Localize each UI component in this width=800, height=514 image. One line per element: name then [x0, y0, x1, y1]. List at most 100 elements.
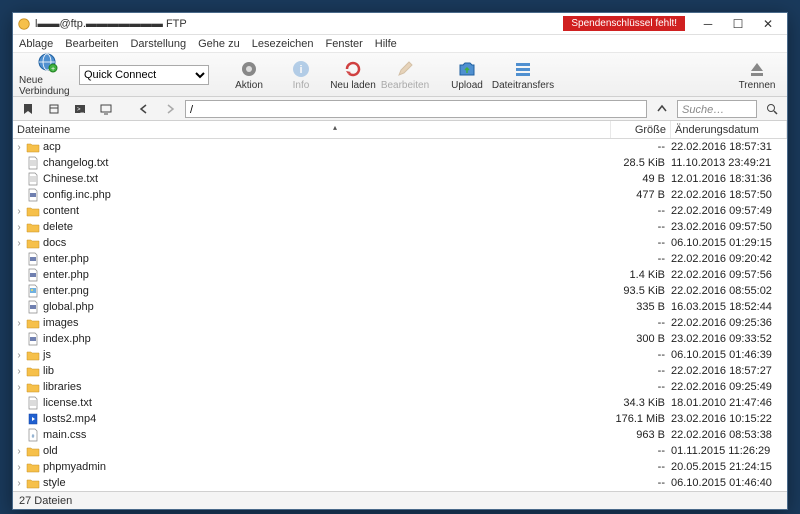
file-date: 22.02.2016 18:57:50: [671, 189, 787, 201]
search-icon: [766, 103, 778, 115]
file-name: libraries: [41, 381, 611, 393]
window-controls: ─ ☐ ✕: [693, 14, 783, 34]
col-modified[interactable]: Änderungsdatum: [671, 121, 787, 138]
file-date: 22.02.2016 08:53:38: [671, 429, 787, 441]
file-row[interactable]: index.php300 B23.02.2016 09:33:52: [13, 331, 787, 347]
file-row[interactable]: license.txt34.3 KiB18.01.2010 21:47:46: [13, 395, 787, 411]
upload-button[interactable]: Upload: [443, 59, 491, 91]
file-row[interactable]: ›style--06.10.2015 01:46:40: [13, 475, 787, 491]
file-row[interactable]: enter.php1.4 KiB22.02.2016 09:57:56: [13, 267, 787, 283]
file-size: 49 B: [611, 173, 671, 185]
file-date: 22.02.2016 09:57:56: [671, 269, 787, 281]
file-row[interactable]: enter.php--22.02.2016 09:20:42: [13, 251, 787, 267]
file-size: --: [611, 317, 671, 329]
file-size: 300 B: [611, 333, 671, 345]
menu-darstellung[interactable]: Darstellung: [130, 38, 186, 50]
file-row[interactable]: config.inc.php477 B22.02.2016 18:57:50: [13, 187, 787, 203]
menu-fenster[interactable]: Fenster: [326, 38, 363, 50]
file-date: 22.02.2016 09:25:49: [671, 381, 787, 393]
file-row[interactable]: ›lib--22.02.2016 18:57:27: [13, 363, 787, 379]
edit-button: Bearbeiten: [381, 59, 429, 91]
menu-hilfe[interactable]: Hilfe: [375, 38, 397, 50]
sort-indicator-icon: ▴: [333, 123, 337, 132]
up-button[interactable]: [651, 99, 673, 119]
minimize-button[interactable]: ─: [693, 14, 723, 34]
expand-icon[interactable]: ›: [13, 382, 25, 393]
path-input[interactable]: /: [185, 100, 647, 118]
svg-text:>_: >_: [77, 107, 85, 113]
expand-icon[interactable]: ›: [13, 206, 25, 217]
col-size[interactable]: Größe: [611, 121, 671, 138]
file-date: 06.10.2015 01:29:15: [671, 237, 787, 249]
file-date: 23.02.2016 09:33:52: [671, 333, 787, 345]
txt-icon: [25, 396, 41, 410]
file-row[interactable]: enter.png93.5 KiB22.02.2016 08:55:02: [13, 283, 787, 299]
disconnect-button[interactable]: Trennen: [733, 59, 781, 91]
maximize-button[interactable]: ☐: [723, 14, 753, 34]
reload-button[interactable]: Neu laden: [329, 59, 377, 91]
expand-icon[interactable]: ›: [13, 222, 25, 233]
menu-ablage[interactable]: Ablage: [19, 38, 53, 50]
quick-connect[interactable]: Quick Connect: [79, 65, 209, 85]
file-row[interactable]: ›images--22.02.2016 09:25:36: [13, 315, 787, 331]
close-button[interactable]: ✕: [753, 14, 783, 34]
txt-icon: [25, 156, 41, 170]
file-row[interactable]: ›acp--22.02.2016 18:57:31: [13, 139, 787, 155]
expand-icon[interactable]: ›: [13, 366, 25, 377]
column-header: Dateiname ▴ Größe Änderungsdatum: [13, 121, 787, 139]
file-date: 16.03.2015 18:52:44: [671, 301, 787, 313]
search-input[interactable]: Suche…: [677, 100, 757, 118]
file-date: 20.05.2015 21:24:15: [671, 461, 787, 473]
app-window: l▬▬@ftp.▬▬▬▬▬▬▬ FTP Spendenschlüssel feh…: [12, 12, 788, 510]
file-row[interactable]: global.php335 B16.03.2015 18:52:44: [13, 299, 787, 315]
expand-icon[interactable]: ›: [13, 350, 25, 361]
expand-icon[interactable]: ›: [13, 318, 25, 329]
app-icon: [17, 17, 31, 31]
terminal-button[interactable]: >_: [69, 99, 91, 119]
menu-lesezeichen[interactable]: Lesezeichen: [252, 38, 314, 50]
file-name: content: [41, 205, 611, 217]
expand-icon[interactable]: ›: [13, 238, 25, 249]
quick-connect-select[interactable]: Quick Connect: [79, 65, 209, 85]
history-button[interactable]: [43, 99, 65, 119]
file-row[interactable]: ›libraries--22.02.2016 09:25:49: [13, 379, 787, 395]
col-name[interactable]: Dateiname: [13, 121, 611, 138]
file-row[interactable]: ›phpmyadmin--20.05.2015 21:24:15: [13, 459, 787, 475]
expand-icon[interactable]: ›: [13, 142, 25, 153]
folder-icon: [25, 140, 41, 154]
menu-bearbeiten[interactable]: Bearbeiten: [65, 38, 118, 50]
back-button[interactable]: [133, 99, 155, 119]
monitor-button[interactable]: [95, 99, 117, 119]
search-button[interactable]: [761, 99, 783, 119]
file-row[interactable]: #main.css963 B22.02.2016 08:53:38: [13, 427, 787, 443]
file-row[interactable]: ›content--22.02.2016 09:57:49: [13, 203, 787, 219]
expand-icon[interactable]: ›: [13, 446, 25, 457]
bookmark-button[interactable]: [17, 99, 39, 119]
file-list[interactable]: ›acp--22.02.2016 18:57:31changelog.txt28…: [13, 139, 787, 491]
expand-icon[interactable]: ›: [13, 462, 25, 473]
forward-button[interactable]: [159, 99, 181, 119]
file-name: old: [41, 445, 611, 457]
expand-icon[interactable]: ›: [13, 478, 25, 489]
action-button[interactable]: Aktion: [225, 59, 273, 91]
file-size: 176.1 MiB: [611, 413, 671, 425]
file-row[interactable]: ›old--01.11.2015 11:26:29: [13, 443, 787, 459]
new-connection-button[interactable]: + Neue Verbindung: [19, 52, 75, 97]
file-row[interactable]: ›delete--23.02.2016 09:57:50: [13, 219, 787, 235]
folder-icon: [25, 380, 41, 394]
file-row[interactable]: losts2.mp4176.1 MiB23.02.2016 10:15:22: [13, 411, 787, 427]
info-icon: i: [291, 59, 311, 79]
file-size: 93.5 KiB: [611, 285, 671, 297]
file-row[interactable]: Chinese.txt49 B12.01.2016 18:31:36: [13, 171, 787, 187]
file-name: style: [41, 477, 611, 489]
file-row[interactable]: changelog.txt28.5 KiB11.10.2013 23:49:21: [13, 155, 787, 171]
file-row[interactable]: ›js--06.10.2015 01:46:39: [13, 347, 787, 363]
donate-banner[interactable]: Spendenschlüssel fehlt!: [563, 16, 685, 31]
file-row[interactable]: ›docs--06.10.2015 01:29:15: [13, 235, 787, 251]
file-size: 1.4 KiB: [611, 269, 671, 281]
svg-text:i: i: [299, 64, 302, 76]
file-size: --: [611, 445, 671, 457]
menu-gehezu[interactable]: Gehe zu: [198, 38, 240, 50]
file-date: 22.02.2016 09:25:36: [671, 317, 787, 329]
transfers-button[interactable]: Dateitransfers: [495, 59, 551, 91]
